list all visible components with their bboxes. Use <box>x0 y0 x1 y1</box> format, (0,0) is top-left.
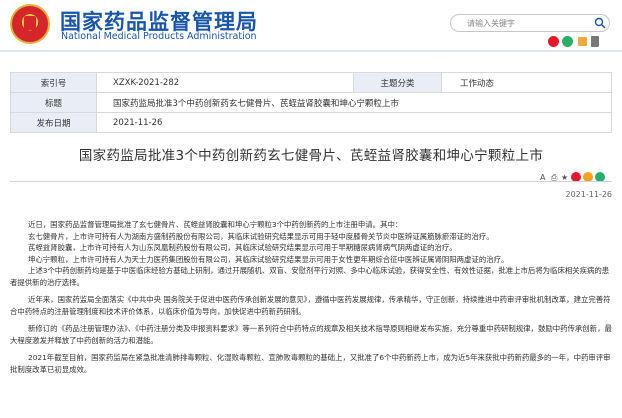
paragraph: 近年来，国家药监局全面落实《中共中央 国务院关于促进中医药传承创新发展的意见》，… <box>10 295 611 316</box>
search-box[interactable] <box>450 14 610 32</box>
title-value: 国家药监局批准3个中药创新药玄七健骨片、芪蛭益肾胶囊和坤心宁颗粒上市 <box>96 92 612 113</box>
paragraph: 上述3个中药创新药均是基于中医临床经验方基础上研制，通过开展随机、双盲、安慰剂平… <box>10 266 610 287</box>
publish-date: 2021-11-26 <box>565 190 613 199</box>
subscribe-icon[interactable] <box>578 37 587 46</box>
index-label: 索引号 <box>10 72 97 93</box>
national-emblem-logo[interactable] <box>10 4 50 44</box>
paragraph: 坤心宁颗粒，上市许可持有人为天士力医药集团股份有限公司，其临床试验研究结果显示可… <box>28 254 509 264</box>
site-header: 国家药品监督管理局 National Medical Products Admi… <box>0 0 622 52</box>
title-divider <box>10 181 612 182</box>
index-value: XZXK-2021-282 <box>96 72 354 93</box>
paragraph: 新修订的《药品注册管理办法》、《中药注册分类及申报资料要求》等一系列符合中药特点… <box>10 324 612 345</box>
title-label: 标题 <box>10 92 97 113</box>
category-label: 主题分类 <box>353 72 442 93</box>
paragraph: 近日，国家药品监督管理局批准了玄七健骨片、芪蛭益肾胶囊和坤心宁颗粒3个中药创新药… <box>28 220 403 229</box>
article-body: 近日，国家药品监督管理局批准了玄七健骨片、芪蛭益肾胶囊和坤心宁颗粒3个中药创新药… <box>10 219 612 375</box>
paragraph: 芪蛭益肾胶囊，上市许可持有人为山东凤凰制药股份有限公司，其临床试验研究结果显示可… <box>28 243 457 252</box>
search-input[interactable] <box>467 16 585 30</box>
site-subtitle: National Medical Products Administration <box>61 31 257 42</box>
article-metadata-table: 索引号 XZXK-2021-282 主题分类 工作动态 标题 国家药监局批准3个… <box>10 72 612 133</box>
weibo-icon[interactable] <box>548 36 559 47</box>
category-value: 工作动态 <box>441 72 612 93</box>
date-label: 发布日期 <box>10 112 97 133</box>
date-value: 2021-11-26 <box>96 112 612 133</box>
paragraph: 玄七健骨片，上市许可持有人为湖南方盛制药股份有限公司，其临床试验研究结果显示可用… <box>28 231 494 241</box>
wechat-icon[interactable] <box>562 36 573 47</box>
search-icon[interactable] <box>594 17 606 29</box>
article-title: 国家药监局批准3个中药创新药玄七健骨片、芪蛭益肾胶囊和坤心宁颗粒上市 <box>78 148 544 164</box>
header-divider <box>0 50 622 52</box>
paragraph: 2021年截至目前，国家药监局在紧急批准清肺排毒颗粒、化湿败毒颗粒、宣肺败毒颗粒… <box>10 353 611 374</box>
mobile-icon[interactable] <box>591 36 599 47</box>
